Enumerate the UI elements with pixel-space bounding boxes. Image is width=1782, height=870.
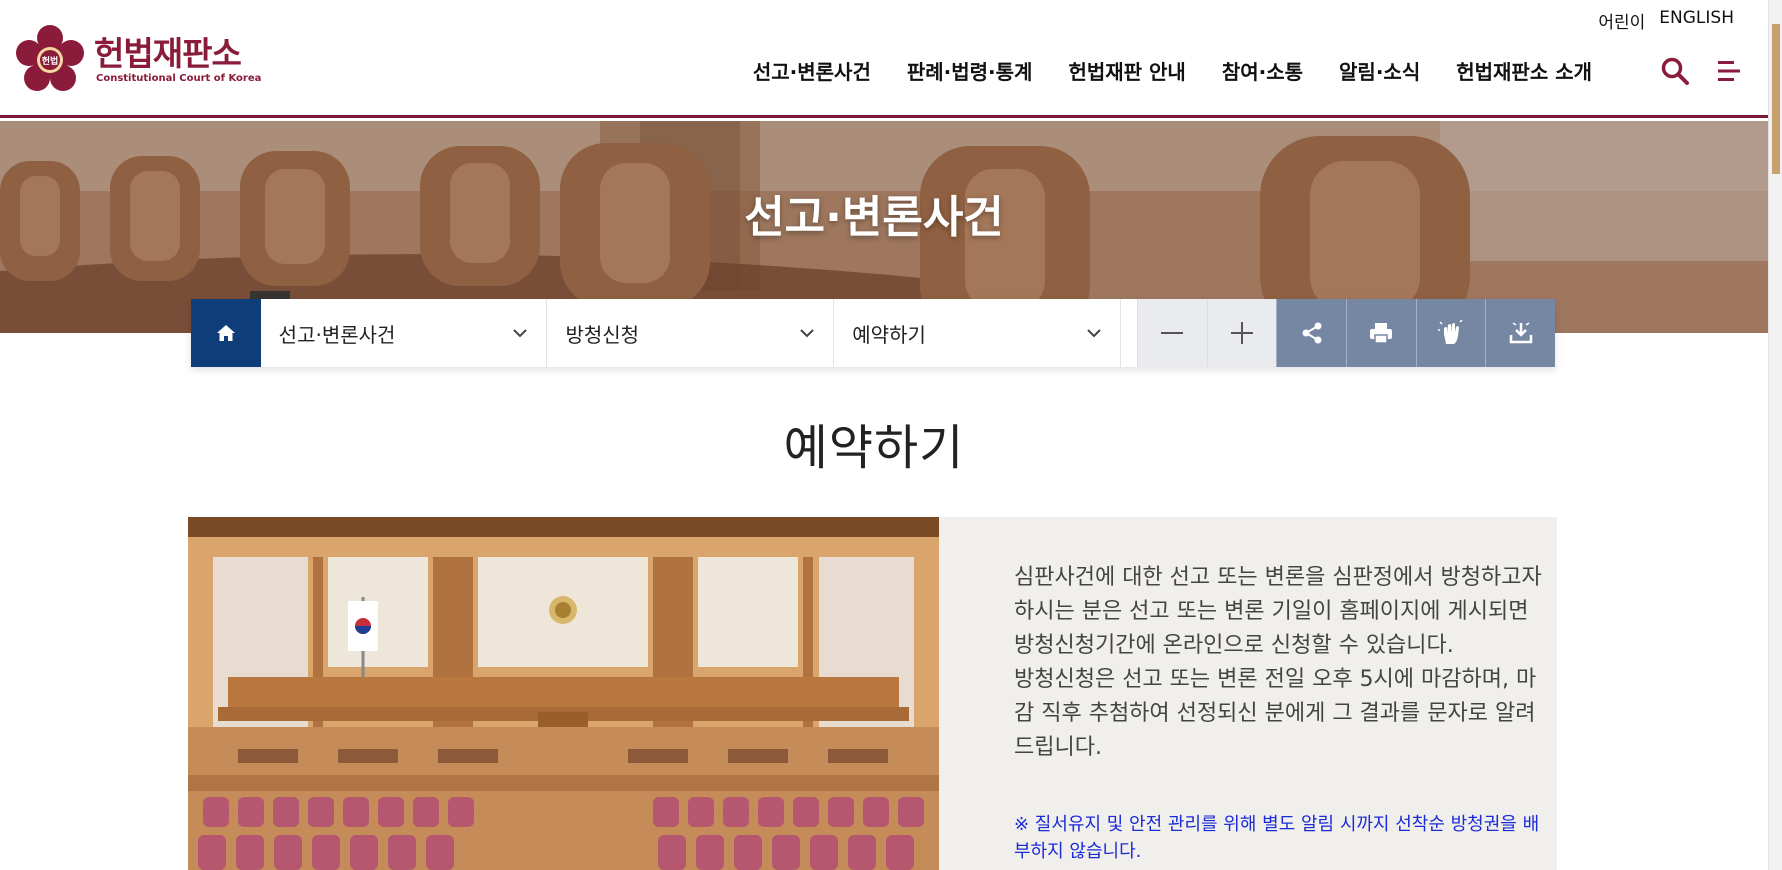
zoom-out-icon [1161, 332, 1184, 334]
share-icon [1302, 322, 1322, 344]
download-icon [1509, 322, 1532, 344]
gesture-icon [1438, 320, 1463, 344]
description: 심판사건에 대한 선고 또는 변론을 심판정에서 방청하고자 하시는 분은 선고… [1014, 561, 1544, 765]
download-button[interactable] [1485, 299, 1556, 367]
logo-title: 헌법재판소 [94, 34, 242, 73]
location-depth3-dropdown[interactable]: 예약하기 [834, 299, 1122, 367]
site-header: 헌법 헌법재판소 Constitutional Court of Korea 어… [0, 0, 1768, 118]
location-depth2-dropdown[interactable]: 방청신청 [547, 299, 835, 367]
chevron-down-icon [1087, 329, 1101, 338]
search-icon[interactable] [1660, 56, 1690, 86]
location-depth3-label: 예약하기 [852, 322, 926, 347]
nav-item-cases[interactable]: 선고·변론사건 [753, 56, 871, 85]
description-paragraph-1: 심판사건에 대한 선고 또는 변론을 심판정에서 방청하고자 하시는 분은 선고… [1014, 565, 1542, 658]
chevron-down-icon [800, 329, 814, 338]
scrollbar-thumb[interactable] [1772, 24, 1780, 174]
print-icon [1370, 323, 1393, 344]
home-button[interactable] [191, 299, 261, 367]
zoom-in-button[interactable] [1206, 299, 1277, 367]
nav-item-precedents[interactable]: 판례·법령·통계 [907, 56, 1033, 85]
zoom-out-button[interactable] [1136, 299, 1207, 367]
nav-item-about[interactable]: 헌법재판소 소개 [1456, 56, 1592, 85]
notice-text: ※ 질서유지 및 안전 관리를 위해 별도 알림 시까지 선착순 방청권을 배부… [1014, 814, 1540, 862]
location-bar: 선고·변론사건 방청신청 예약하기 [191, 299, 1556, 367]
page-scrollbar[interactable] [1768, 0, 1782, 870]
court-emblem-icon: 헌법 [16, 25, 84, 91]
utility-links: 어린이 ENGLISH [1598, 8, 1734, 33]
util-link-kids[interactable]: 어린이 [1598, 8, 1645, 33]
util-link-english[interactable]: ENGLISH [1659, 8, 1734, 33]
nav-item-participation[interactable]: 참여·소통 [1222, 56, 1303, 85]
site-logo[interactable]: 헌법 헌법재판소 Constitutional Court of Korea [14, 24, 261, 96]
print-button[interactable] [1346, 299, 1416, 367]
location-depth1-label: 선고·변론사건 [278, 322, 396, 347]
gesture-button[interactable] [1415, 299, 1486, 367]
courtroom-photo [188, 517, 939, 870]
page-title: 예약하기 [783, 420, 965, 476]
home-icon [216, 325, 235, 341]
info-box: 심판사건에 대한 선고 또는 변론을 심판정에서 방청하고자 하시는 분은 선고… [939, 517, 1557, 870]
location-depth1-dropdown[interactable]: 선고·변론사건 [261, 299, 548, 367]
hero-title: 선고·변론사건 [744, 192, 1004, 243]
logo-subtitle: Constitutional Court of Korea [96, 73, 262, 84]
nav-item-news[interactable]: 알림·소식 [1339, 56, 1420, 85]
nav-item-guide[interactable]: 헌법재판 안내 [1068, 56, 1185, 85]
description-paragraph-2: 방청신청은 선고 또는 변론 전일 오후 5시에 마감하며, 마감 직후 추첨하… [1014, 667, 1537, 760]
main-navigation: 선고·변론사건 판례·법령·통계 헌법재판 안내 참여·소통 알림·소식 헌법재… [753, 56, 1592, 85]
zoom-in-icon [1230, 322, 1253, 344]
location-depth2-label: 방청신청 [565, 322, 640, 347]
logo-seal-text: 헌법 [42, 55, 59, 67]
chevron-down-icon [513, 329, 528, 338]
share-button[interactable] [1276, 299, 1346, 367]
hamburger-menu-icon[interactable] [1714, 56, 1744, 86]
